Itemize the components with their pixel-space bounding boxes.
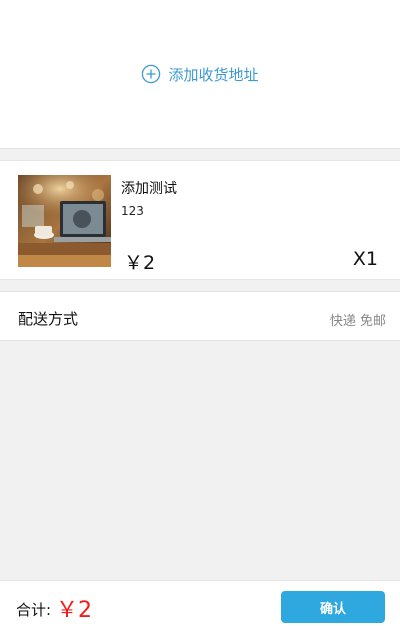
address-section: 添加收货地址 — [0, 0, 400, 149]
confirm-button[interactable]: 确认 — [281, 591, 385, 623]
shipping-value: 快递 免邮 — [329, 314, 386, 329]
product-thumbnail — [18, 175, 111, 267]
product-image — [18, 175, 111, 267]
total-label: 合计: — [16, 601, 52, 619]
product-quantity: X1 — [352, 248, 378, 270]
product-item[interactable]: 添加测试 123 ￥2 X1 — [0, 160, 400, 280]
shipping-label: 配送方式 — [18, 310, 79, 328]
order-confirm-page: 添加收货地址 添加测试 123 ￥2 X1 配送方式 快递 免邮 合计: ￥2 … — [0, 0, 400, 630]
shipping-method-row[interactable]: 配送方式 快递 免邮 — [0, 291, 400, 341]
product-name: 添加测试 — [121, 181, 177, 197]
plus-circle-icon — [142, 64, 161, 84]
add-address-button[interactable]: 添加收货地址 — [141, 64, 259, 85]
add-address-label: 添加收货地址 — [168, 65, 259, 84]
checkout-footer: 合计: ￥2 确认 — [0, 580, 400, 630]
total-value: ￥2 — [56, 598, 92, 623]
product-price: ￥2 — [124, 252, 156, 274]
product-description: 123 — [121, 204, 144, 218]
